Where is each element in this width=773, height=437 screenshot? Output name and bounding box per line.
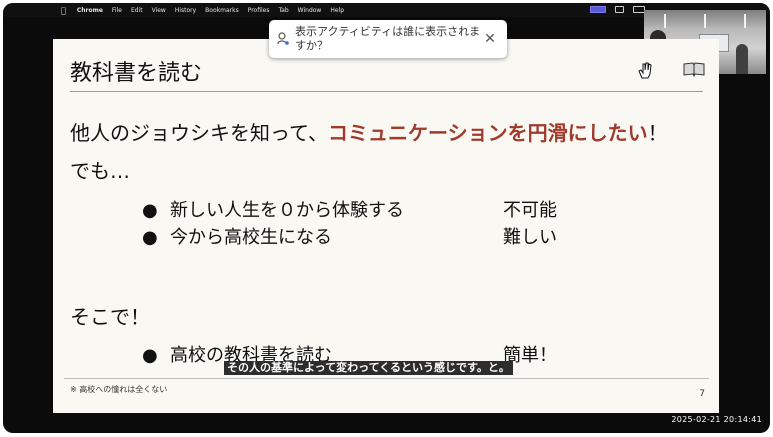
bullet-item: ● 新しい人生を０から体験する: [142, 200, 404, 221]
presentation-slide: 教科書を読む 他人のジョウシキを知って、コミュニケーションを円滑にしたい！ でも…: [53, 39, 719, 413]
slide-line-2: でも…: [70, 159, 130, 183]
notification-text: 表示アクティビティは誰に表示されますか？: [295, 25, 481, 52]
live-caption: その人の基準によって変わってくるという感じです。と。: [224, 361, 513, 375]
menu-app-name[interactable]: Chrome: [77, 7, 103, 14]
menu-view[interactable]: View: [152, 7, 166, 14]
screen-share-icon[interactable]: [590, 6, 606, 13]
slide-page-number: 7: [699, 389, 705, 399]
menu-window[interactable]: Window: [298, 7, 322, 14]
book-icon: [683, 62, 705, 77]
bullet-result: 不可能: [503, 200, 557, 221]
emphasis-text: コミュニケーションを円滑にしたい: [328, 121, 648, 145]
hand-cursor-icon: [638, 62, 652, 79]
menu-tab[interactable]: Tab: [279, 7, 289, 14]
menu-file[interactable]: File: [112, 7, 122, 14]
apple-icon[interactable]: : [61, 6, 66, 15]
bullet-item: ● 今から高校生になる: [142, 227, 332, 248]
status-icons: [590, 6, 645, 13]
person-icon: [277, 32, 289, 45]
slide-footnote: ※ 高校への憧れは全くない: [70, 385, 168, 394]
slide-line-3: そこで！: [70, 305, 150, 329]
menu-bookmarks[interactable]: Bookmarks: [205, 7, 239, 14]
title-divider: [70, 91, 703, 92]
menu-profiles[interactable]: Profiles: [248, 7, 270, 14]
wifi-icon[interactable]: [615, 6, 624, 13]
bullet-result: 難しい: [503, 227, 557, 248]
footer-divider: [64, 378, 709, 379]
screen-frame:  Chrome File Edit View History Bookmark…: [3, 3, 770, 433]
close-icon[interactable]: ✕: [483, 31, 497, 47]
menu-help[interactable]: Help: [330, 7, 344, 14]
visibility-notification[interactable]: 表示アクティビティは誰に表示されますか？ ✕: [269, 20, 507, 58]
slide-title: 教科書を読む: [70, 61, 203, 86]
menu-edit[interactable]: Edit: [131, 7, 143, 14]
recording-timestamp: 2025-02-21 20:14:41: [671, 415, 762, 424]
slide-line-1: 他人のジョウシキを知って、コミュニケーションを円滑にしたい！: [70, 121, 668, 145]
menu-history[interactable]: History: [175, 7, 196, 14]
